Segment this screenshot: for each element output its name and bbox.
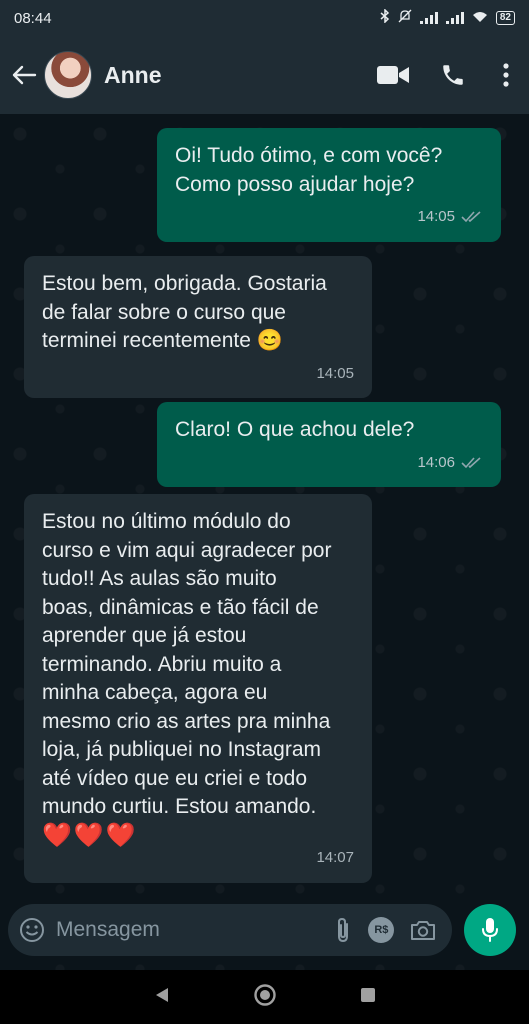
payment-icon: R$ (368, 917, 395, 943)
wifi-icon (472, 10, 488, 27)
home-circle-icon (253, 983, 276, 1006)
signal-icon-2 (445, 12, 464, 24)
menu-button[interactable] (483, 53, 529, 97)
square-recents-icon (360, 987, 375, 1002)
double-check-icon (461, 457, 481, 468)
signal-icon (419, 12, 438, 24)
voice-record-button[interactable] (464, 904, 516, 956)
payment-button[interactable]: R$ (360, 910, 404, 950)
bluetooth-icon (380, 8, 390, 27)
camera-icon (410, 921, 435, 940)
nav-back-button[interactable] (153, 986, 171, 1009)
voice-call-button[interactable] (423, 53, 483, 97)
nav-home-button[interactable] (253, 983, 277, 1012)
message-text: Estou no último módulo do curso e vim aq… (42, 510, 332, 818)
message-time: 14:05 (316, 364, 354, 382)
message-outgoing[interactable]: Claro! O que achou dele? 14:06 (157, 402, 501, 487)
avatar[interactable] (44, 51, 92, 99)
message-time: 14:06 (417, 453, 455, 471)
contact-name[interactable]: Anne (104, 62, 363, 89)
more-vertical-icon (503, 63, 509, 87)
status-icons: 82 (380, 8, 515, 27)
message-text: Oi! Tudo ótimo, e com você? Como posso a… (175, 144, 443, 196)
microphone-icon (482, 918, 498, 942)
message-composer: R$ (8, 904, 452, 956)
status-bar: 08:44 82 (0, 0, 529, 36)
message-time: 14:05 (417, 208, 455, 225)
double-check-icon (461, 211, 481, 223)
chat-header: Anne (0, 36, 529, 114)
message-text: Estou bem, obrigada. Gostaria de falar s… (42, 272, 327, 352)
nav-recents-button[interactable] (359, 986, 377, 1009)
video-call-icon (377, 66, 409, 84)
triangle-back-icon (155, 987, 168, 1002)
chat-area[interactable]: Oi! Tudo ótimo, e com você? Como posso a… (0, 114, 529, 970)
message-text: Claro! O que achou dele? (175, 418, 415, 441)
system-nav-bar (0, 970, 529, 1024)
status-time: 08:44 (14, 9, 52, 27)
phone-icon (443, 65, 463, 85)
battery-indicator: 82 (495, 11, 515, 25)
message-outgoing[interactable]: Oi! Tudo ótimo, e com você? Como posso a… (157, 128, 501, 242)
emoji-button[interactable] (18, 912, 46, 948)
camera-button[interactable] (403, 910, 442, 950)
video-call-button[interactable] (363, 53, 423, 97)
arrow-left-icon (12, 65, 37, 85)
paperclip-icon (338, 917, 349, 943)
message-incoming[interactable]: Estou no último módulo do curso e vim aq… (24, 494, 372, 883)
message-incoming[interactable]: Estou bem, obrigada. Gostaria de falar s… (24, 256, 372, 398)
message-input[interactable] (55, 918, 327, 942)
back-button[interactable] (10, 61, 38, 89)
message-time: 14:07 (316, 849, 354, 866)
attach-button[interactable] (327, 910, 360, 950)
emoji-icon (19, 918, 44, 942)
mute-icon (398, 9, 412, 27)
